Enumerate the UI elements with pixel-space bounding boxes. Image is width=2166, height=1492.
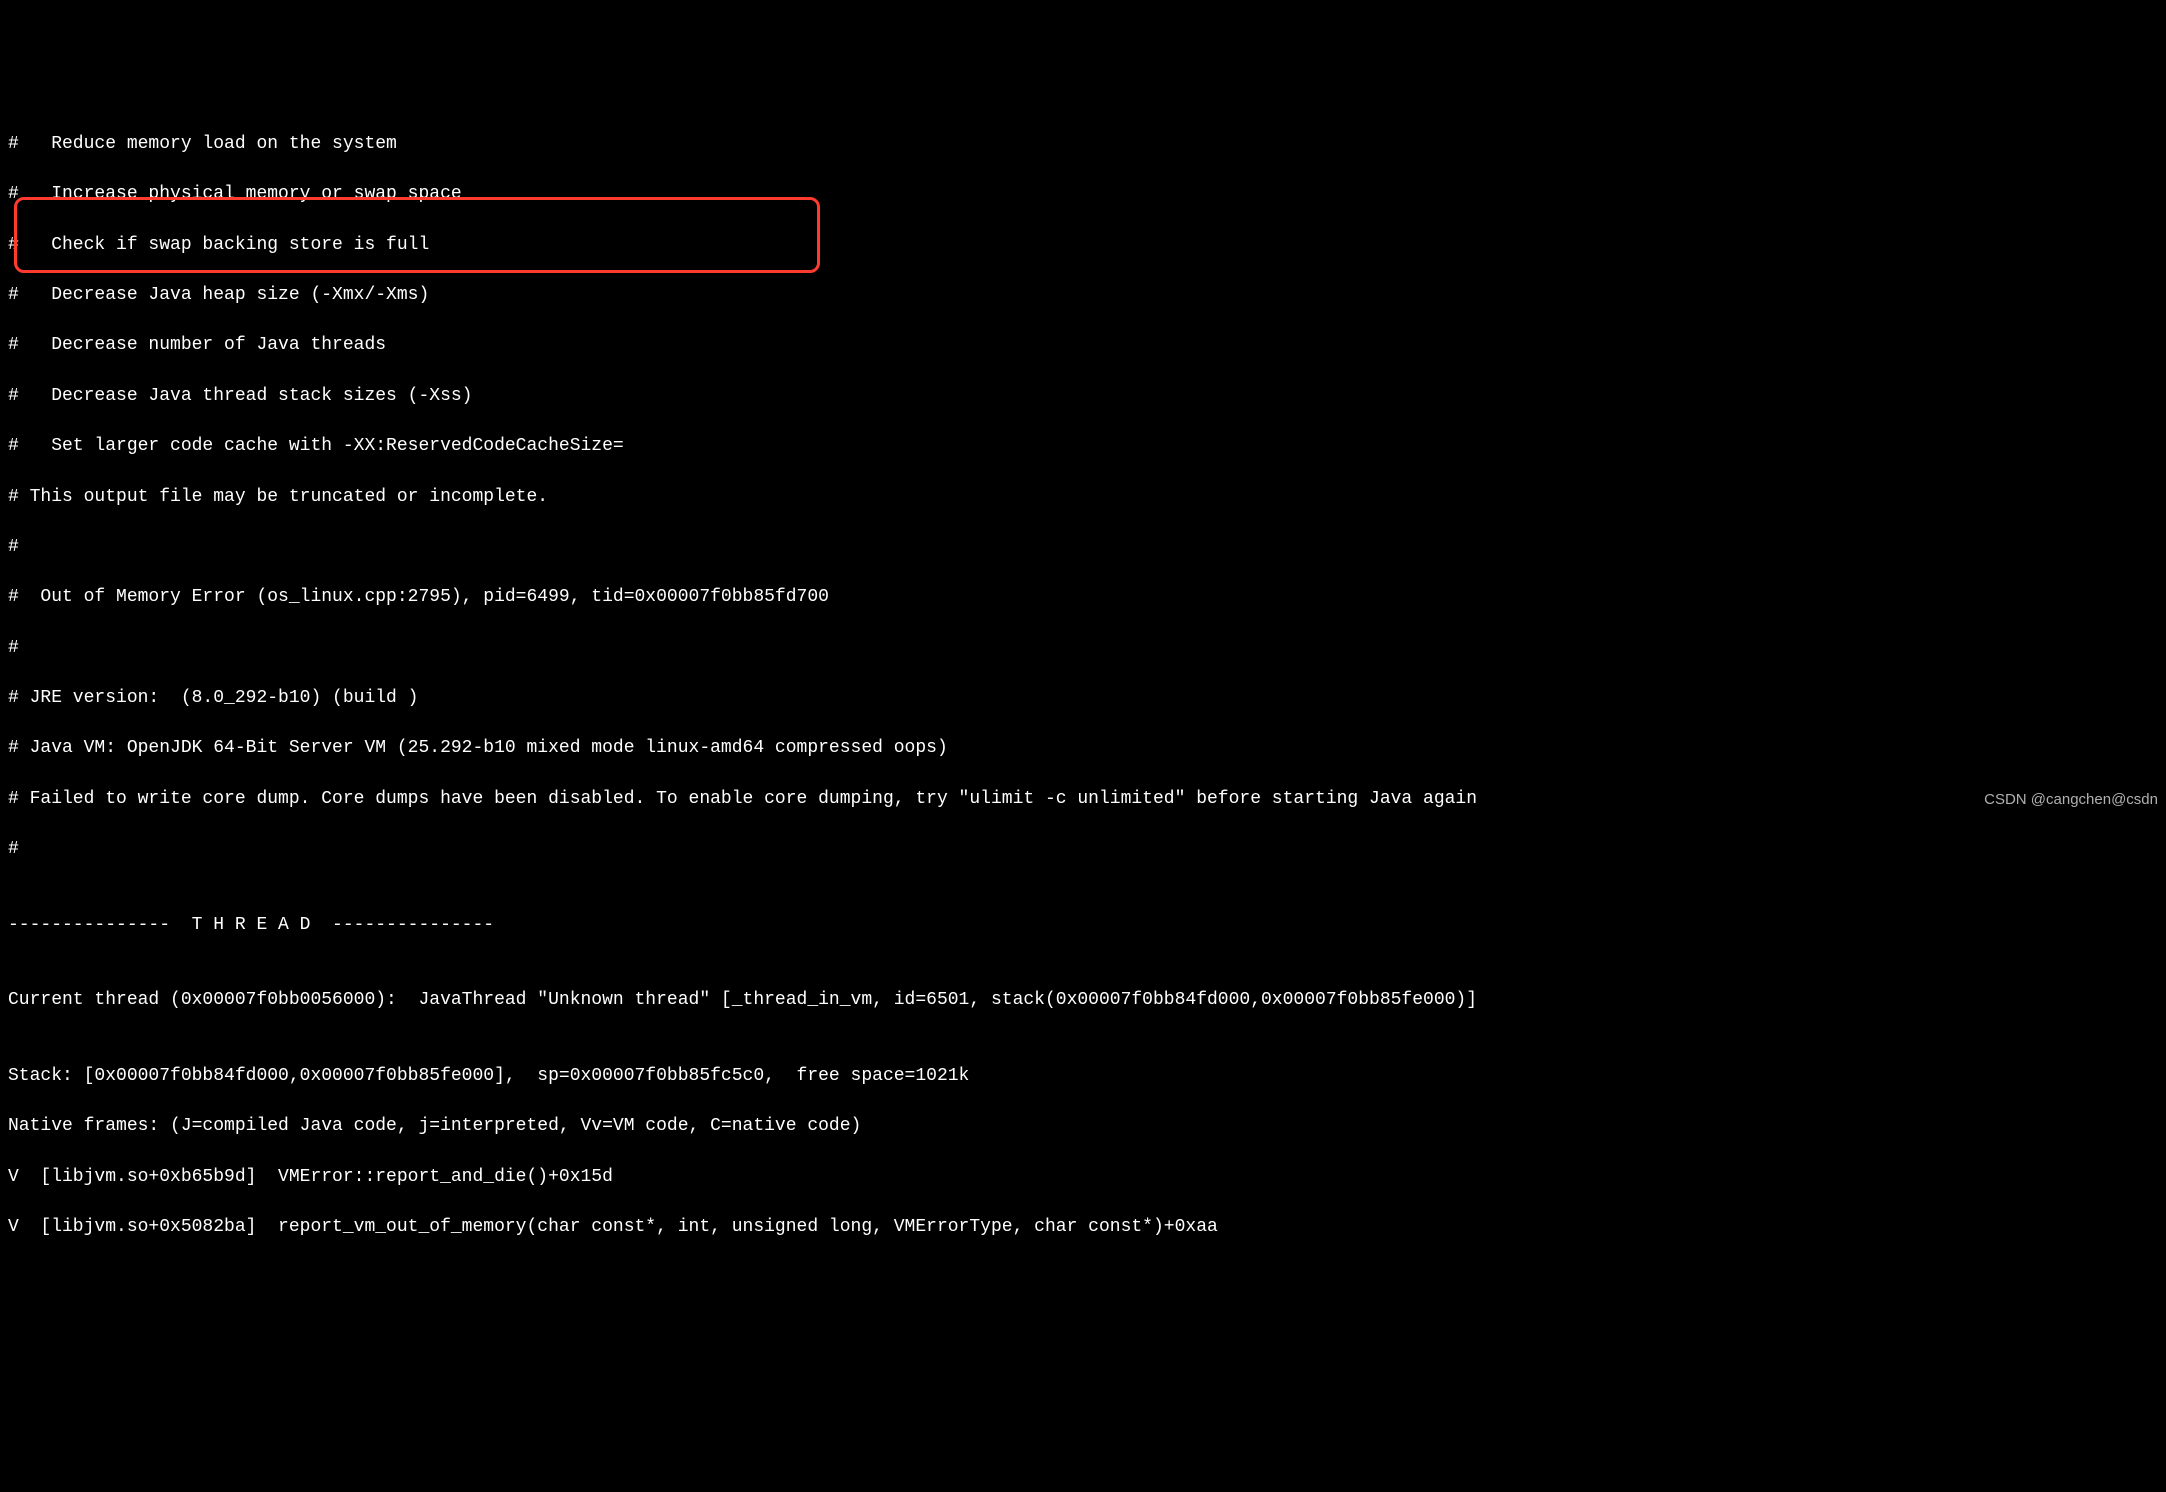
log-line: # JRE version: (8.0_292-b10) (build ) bbox=[8, 686, 2158, 711]
log-line-section: --------------- T H R E A D ------------… bbox=[8, 913, 2158, 938]
log-line: # Check if swap backing store is full bbox=[8, 233, 2158, 258]
log-line: # Decrease Java heap size (-Xmx/-Xms) bbox=[8, 283, 2158, 308]
log-line: Current thread (0x00007f0bb0056000): Jav… bbox=[8, 988, 2158, 1013]
log-line: # Failed to write core dump. Core dumps … bbox=[8, 787, 2158, 812]
terminal-output: # Reduce memory load on the system # Inc… bbox=[8, 107, 2158, 1266]
log-line-error: # Out of Memory Error (os_linux.cpp:2795… bbox=[8, 585, 2158, 610]
log-line: # Java VM: OpenJDK 64-Bit Server VM (25.… bbox=[8, 736, 2158, 761]
log-line: # bbox=[8, 636, 2158, 661]
log-line: Native frames: (J=compiled Java code, j=… bbox=[8, 1114, 2158, 1139]
log-line: # bbox=[8, 535, 2158, 560]
log-line: # Increase physical memory or swap space bbox=[8, 182, 2158, 207]
log-line: # This output file may be truncated or i… bbox=[8, 485, 2158, 510]
log-line: V [libjvm.so+0x5082ba] report_vm_out_of_… bbox=[8, 1215, 2158, 1240]
log-line: # Reduce memory load on the system bbox=[8, 132, 2158, 157]
watermark-text: CSDN @cangchen@csdn bbox=[1984, 789, 2158, 810]
log-line: Stack: [0x00007f0bb84fd000,0x00007f0bb85… bbox=[8, 1064, 2158, 1089]
log-line: # Decrease number of Java threads bbox=[8, 333, 2158, 358]
log-line: # Decrease Java thread stack sizes (-Xss… bbox=[8, 384, 2158, 409]
log-line: # bbox=[8, 837, 2158, 862]
log-line: V [libjvm.so+0xb65b9d] VMError::report_a… bbox=[8, 1165, 2158, 1190]
log-line: # Set larger code cache with -XX:Reserve… bbox=[8, 434, 2158, 459]
